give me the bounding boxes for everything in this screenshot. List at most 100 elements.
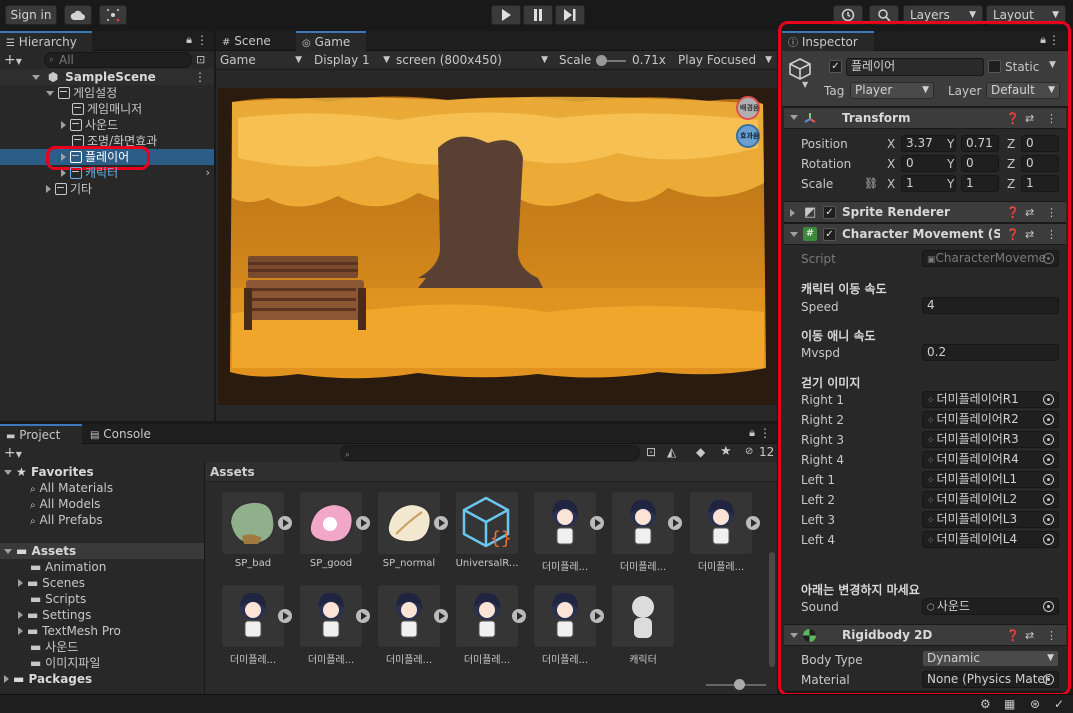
cache-icon[interactable]: ▦ bbox=[1004, 697, 1015, 711]
constrain-proportions-icon[interactable]: ⛓ bbox=[864, 177, 878, 190]
hierarchy-item[interactable]: 게임매니저 bbox=[0, 101, 214, 117]
label-icon[interactable]: ◆ bbox=[696, 445, 705, 459]
scale-y-input[interactable]: 1 bbox=[961, 175, 999, 192]
favorite-item[interactable]: ⌕ All Models bbox=[0, 496, 204, 512]
hierarchy-item[interactable]: 게임설정 bbox=[0, 85, 214, 101]
object-picker-icon[interactable] bbox=[1043, 601, 1054, 612]
chevron-down-icon[interactable]: ▼ bbox=[802, 80, 808, 89]
assets-folder-row[interactable]: ▬ Assets bbox=[0, 543, 204, 559]
asset-folder[interactable]: ▬ 사운드 bbox=[0, 639, 204, 655]
chevron-down-icon[interactable]: ▼ bbox=[1049, 60, 1056, 70]
more-icon[interactable]: ⋮ bbox=[759, 426, 771, 440]
script-enabled-checkbox[interactable]: ✓ bbox=[823, 228, 836, 241]
tab-console[interactable]: ▤ Console bbox=[84, 424, 164, 444]
object-picker-icon[interactable] bbox=[1043, 674, 1054, 685]
asset-folder[interactable]: ▬ Animation bbox=[0, 559, 204, 575]
bgm-button[interactable]: 배경음 bbox=[740, 103, 759, 113]
expand-asset-icon[interactable] bbox=[356, 609, 370, 623]
walk-sprite-field[interactable]: ⁘ 더미플레이어R4 bbox=[922, 451, 1059, 468]
asset-thumbnail[interactable] bbox=[222, 585, 284, 647]
tab-inspector[interactable]: ⓘ Inspector bbox=[782, 31, 874, 51]
presets-icon[interactable]: ⇄ bbox=[1025, 206, 1034, 219]
sound-field[interactable]: ⬡ 사운드 bbox=[922, 598, 1059, 615]
asset-thumbnail[interactable] bbox=[300, 585, 362, 647]
resolution-dropdown[interactable]: screen (800x450) ▼ bbox=[396, 52, 550, 69]
asset-thumbnail[interactable] bbox=[612, 585, 674, 647]
more-icon[interactable]: ⋮ bbox=[196, 33, 208, 47]
walk-sprite-field[interactable]: ⁘ 더미플레이어R3 bbox=[922, 431, 1059, 448]
zoom-slider-thumb[interactable] bbox=[734, 679, 745, 690]
chevron-right-icon[interactable]: › bbox=[206, 165, 210, 181]
object-picker-icon[interactable] bbox=[1043, 394, 1054, 405]
expand-asset-icon[interactable] bbox=[434, 516, 448, 530]
cloud-button[interactable] bbox=[64, 5, 92, 25]
expand-asset-icon[interactable] bbox=[278, 516, 292, 530]
add-asset-button[interactable]: +▼ bbox=[4, 446, 22, 462]
rotation-y-input[interactable]: 0 bbox=[961, 155, 999, 172]
asset-folder[interactable]: ▬ Scenes bbox=[0, 575, 204, 591]
scene-row[interactable]: ⬢ SampleScene ⋮ bbox=[0, 69, 214, 85]
more-icon[interactable]: ⋮ bbox=[1046, 629, 1057, 642]
search-options-icon[interactable]: ⊡ bbox=[196, 53, 205, 66]
star-icon[interactable]: ★ bbox=[720, 444, 732, 459]
hierarchy-item[interactable]: 캐릭터 › bbox=[0, 165, 214, 181]
asset-thumbnail[interactable]: {} bbox=[456, 492, 518, 554]
presets-icon[interactable]: ⇄ bbox=[1025, 112, 1034, 125]
rigidbody-header[interactable]: Rigidbody 2D ❓ ⇄ ⋮ bbox=[784, 624, 1066, 646]
expand-asset-icon[interactable] bbox=[434, 609, 448, 623]
game-viewport[interactable]: 배경음 효과음 bbox=[218, 88, 777, 405]
asset-thumbnail[interactable] bbox=[378, 492, 440, 554]
packages-row[interactable]: ▬ Packages bbox=[0, 671, 204, 687]
object-picker-icon[interactable] bbox=[1043, 474, 1054, 485]
asset-grid-scrollbar[interactable] bbox=[769, 552, 775, 667]
asset-thumbnail[interactable] bbox=[690, 492, 752, 554]
position-y-input[interactable]: 0.71 bbox=[961, 135, 999, 152]
filter-icon[interactable]: ◭ bbox=[667, 445, 676, 459]
expand-asset-icon[interactable] bbox=[278, 609, 292, 623]
speed-input[interactable]: 4 bbox=[922, 297, 1059, 314]
active-checkbox[interactable]: ✓ bbox=[829, 60, 842, 73]
expand-asset-icon[interactable] bbox=[668, 516, 682, 530]
object-picker-icon[interactable] bbox=[1043, 514, 1054, 525]
transform-header[interactable]: Transform ❓ ⇄ ⋮ bbox=[784, 107, 1066, 129]
hierarchy-item[interactable]: 기타 bbox=[0, 181, 214, 197]
scale-z-input[interactable]: 1 bbox=[1021, 175, 1059, 192]
static-checkbox[interactable] bbox=[988, 60, 1001, 73]
asset-thumbnail[interactable] bbox=[534, 585, 596, 647]
sign-in-button[interactable]: Sign in bbox=[5, 5, 57, 25]
step-button[interactable] bbox=[555, 5, 585, 25]
help-icon[interactable]: ❓ bbox=[1006, 206, 1020, 219]
hidden-packages-icon[interactable]: ⊘ bbox=[745, 446, 753, 457]
presets-icon[interactable]: ⇄ bbox=[1025, 228, 1034, 241]
lock-icon[interactable]: 🔒︎ bbox=[749, 426, 755, 440]
more-icon[interactable]: ⋮ bbox=[194, 69, 206, 85]
object-name-input[interactable]: 플레이어 bbox=[846, 58, 984, 76]
asset-thumbnail[interactable] bbox=[456, 585, 518, 647]
asset-folder[interactable]: ▬ Settings bbox=[0, 607, 204, 623]
asset-folder[interactable]: ▬ 이미지파일 bbox=[0, 655, 204, 671]
expand-asset-icon[interactable] bbox=[512, 609, 526, 623]
sprite-renderer-enabled-checkbox[interactable]: ✓ bbox=[823, 206, 836, 219]
project-search-input[interactable]: ⌕ bbox=[340, 445, 640, 461]
layout-dropdown[interactable]: Layout ▼ bbox=[986, 5, 1066, 25]
tab-scene[interactable]: # Scene bbox=[216, 31, 294, 51]
asset-folder[interactable]: ▬ TextMesh Pro bbox=[0, 623, 204, 639]
more-icon[interactable]: ⋮ bbox=[1046, 112, 1057, 125]
lock-icon[interactable]: 🔒︎ bbox=[1040, 33, 1046, 47]
display-dropdown[interactable]: Display 1 ▼ bbox=[314, 52, 394, 69]
help-icon[interactable]: ❓ bbox=[1006, 629, 1020, 642]
body-type-dropdown[interactable]: Dynamic ▼ bbox=[922, 650, 1059, 667]
position-z-input[interactable]: 0 bbox=[1021, 135, 1059, 152]
game-mode-dropdown[interactable]: Game ▼ bbox=[220, 52, 304, 69]
walk-sprite-field[interactable]: ⁘ 더미플레이어L2 bbox=[922, 491, 1059, 508]
favorite-item[interactable]: ⌕ All Prefabs bbox=[0, 512, 204, 528]
more-icon[interactable]: ⋮ bbox=[1046, 228, 1057, 241]
expand-asset-icon[interactable] bbox=[746, 516, 760, 530]
history-button[interactable] bbox=[833, 5, 863, 25]
expand-asset-icon[interactable] bbox=[590, 609, 604, 623]
object-picker-icon[interactable] bbox=[1043, 414, 1054, 425]
play-focused-dropdown[interactable]: Play Focused ▼ bbox=[678, 52, 774, 69]
object-picker-icon[interactable] bbox=[1043, 534, 1054, 545]
search-button[interactable] bbox=[869, 5, 899, 25]
tab-game[interactable]: ◎ Game bbox=[296, 31, 366, 51]
